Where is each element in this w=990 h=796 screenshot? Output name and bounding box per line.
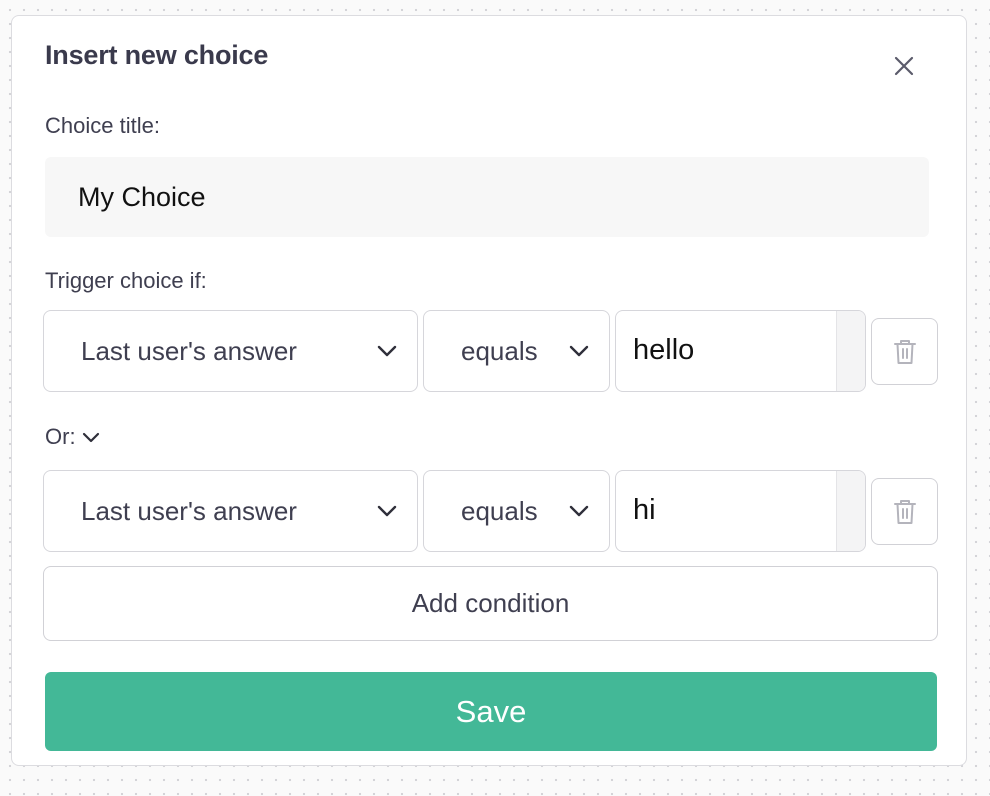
trigger-label: Trigger choice if: [45, 268, 207, 293]
insert-choice-modal: Insert new choice Choice title: Trigger … [11, 15, 967, 766]
condition-operator-select[interactable]: equals [423, 310, 610, 392]
save-button[interactable]: Save [45, 672, 937, 751]
close-button[interactable] [886, 48, 922, 84]
trash-icon [893, 499, 916, 524]
add-condition-button[interactable]: Add condition [43, 566, 938, 641]
or-toggle[interactable]: Or: [45, 424, 100, 450]
value-field-side-panel [836, 471, 865, 551]
chevron-down-icon [377, 505, 397, 517]
chevron-down-icon [569, 505, 589, 517]
close-icon [894, 56, 914, 76]
chevron-down-icon [377, 345, 397, 357]
condition-field-select[interactable]: Last user's answer [43, 310, 418, 392]
modal-title: Insert new choice [45, 40, 269, 70]
condition-operator-value: equals [461, 335, 538, 366]
condition-field-value: Last user's answer [81, 495, 297, 526]
trash-icon [893, 339, 916, 364]
condition-field-select[interactable]: Last user's answer [43, 470, 418, 552]
chevron-down-icon [569, 345, 589, 357]
delete-condition-button[interactable] [871, 318, 938, 385]
delete-condition-button[interactable] [871, 478, 938, 545]
condition-value-input[interactable] [616, 311, 835, 390]
condition-value-input[interactable] [616, 471, 835, 550]
condition-operator-value: equals [461, 495, 538, 526]
condition-value-field [615, 470, 866, 552]
or-label: Or: [45, 424, 76, 449]
condition-value-field [615, 310, 866, 392]
value-field-side-panel [836, 311, 865, 391]
chevron-down-icon [82, 432, 100, 443]
choice-title-input[interactable] [45, 157, 929, 237]
condition-field-value: Last user's answer [81, 335, 297, 366]
condition-operator-select[interactable]: equals [423, 470, 610, 552]
choice-title-label: Choice title: [45, 113, 160, 138]
